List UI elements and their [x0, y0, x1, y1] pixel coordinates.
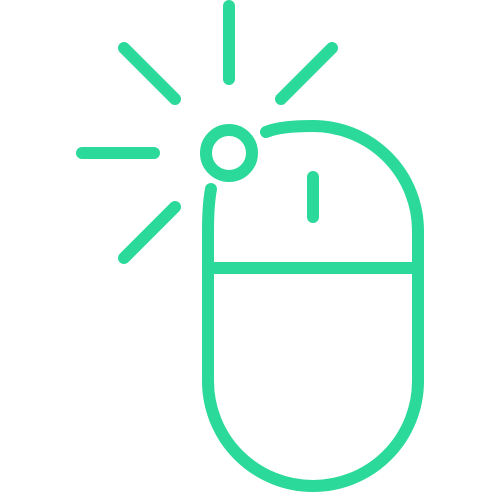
burst-ray-bottom-left — [118, 201, 181, 264]
icon-canvas — [0, 0, 500, 500]
mouse-click-icon — [76, 0, 424, 492]
burst-ray-top-right — [275, 42, 338, 105]
click-point-circle — [200, 124, 258, 182]
burst-ray-top-left — [118, 42, 181, 105]
